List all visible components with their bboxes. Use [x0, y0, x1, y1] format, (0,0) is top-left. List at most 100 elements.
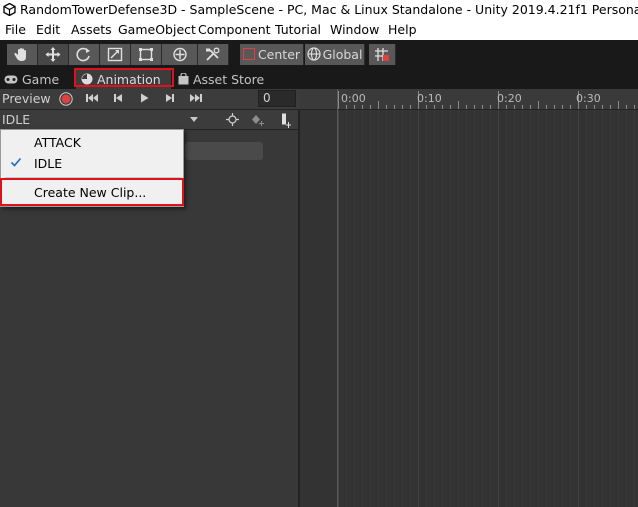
grid-line — [402, 110, 403, 507]
create-clip-highlight — [0, 178, 184, 206]
ruler-tick — [346, 105, 347, 109]
grid-line — [338, 110, 339, 507]
ruler-tick — [594, 105, 595, 109]
grid-line — [570, 110, 571, 507]
custom-tool-button[interactable] — [198, 44, 229, 65]
preview-button[interactable]: Preview — [0, 89, 51, 109]
ruler-tick — [602, 105, 603, 109]
menu-component[interactable]: Component — [198, 20, 271, 40]
tab-game-label: Game — [21, 72, 60, 87]
add-event-button[interactable] — [274, 110, 296, 129]
ruler-tick — [562, 105, 563, 109]
clip-dropdown-label: IDLE — [2, 112, 31, 127]
tab-asset-store[interactable]: Asset Store — [178, 69, 264, 89]
ruler-tick — [626, 105, 627, 109]
grid-line — [594, 110, 595, 507]
ruler-tick — [474, 105, 475, 109]
grid-line — [618, 110, 619, 507]
move-tool-button[interactable] — [38, 44, 69, 65]
grid-line — [386, 110, 387, 507]
timeline-start-line — [337, 89, 338, 507]
pivot-center-button[interactable]: Center — [240, 44, 304, 65]
main-toolbar: Center Global — [0, 40, 638, 69]
grid-line — [482, 110, 483, 507]
grid-line — [418, 110, 419, 507]
grid-line — [474, 110, 475, 507]
previous-keyframe-button[interactable] — [106, 90, 129, 108]
timeline-label-10: 0:10 — [417, 92, 442, 105]
hand-tool-button[interactable] — [7, 44, 38, 65]
ruler-tick — [362, 105, 363, 109]
menu-gameobject[interactable]: GameObject — [118, 20, 196, 40]
tab-asset-store-label: Asset Store — [192, 72, 265, 87]
space-global-button[interactable]: Global — [305, 44, 365, 65]
grid-line — [450, 110, 451, 507]
grid-line — [354, 110, 355, 507]
menu-window[interactable]: Window — [330, 20, 379, 40]
grid-line — [610, 110, 611, 507]
add-keyframe-icon — [252, 115, 264, 126]
crosshair-icon — [225, 113, 239, 126]
timeline-area[interactable] — [300, 110, 638, 507]
checkmark-icon — [10, 157, 22, 167]
gamepad-icon — [4, 75, 18, 84]
ruler-tick — [394, 105, 395, 109]
menu-edit[interactable]: Edit — [36, 20, 60, 40]
grid-line — [506, 110, 507, 507]
ruler-tick — [546, 105, 547, 109]
record-button[interactable] — [54, 90, 77, 108]
grid-line — [394, 110, 395, 507]
ruler-tick — [586, 105, 587, 109]
ruler-tick — [506, 105, 507, 109]
window-title: RandomTowerDefense3D - SampleScene - PC,… — [20, 2, 638, 17]
play-button[interactable] — [132, 90, 155, 108]
grid-line — [362, 110, 363, 507]
grid-line — [538, 110, 539, 507]
ruler-tick — [378, 101, 379, 109]
add-keyframe-button[interactable] — [247, 110, 269, 129]
dropdown-item-idle[interactable]: IDLE — [2, 153, 182, 174]
menu-assets[interactable]: Assets — [71, 20, 112, 40]
first-keyframe-button[interactable] — [80, 90, 103, 108]
animation-tab-highlight — [74, 68, 174, 87]
dropdown-item-idle-label: IDLE — [34, 156, 63, 171]
filter-selection-button[interactable] — [221, 110, 243, 129]
grid-line — [602, 110, 603, 507]
ruler-tick — [354, 105, 355, 109]
play-icon — [140, 93, 148, 103]
grid-snap-button[interactable] — [369, 44, 396, 65]
grid-line — [546, 110, 547, 507]
menu-file[interactable]: File — [5, 20, 26, 40]
grid-line — [562, 110, 563, 507]
globe-icon — [306, 47, 321, 61]
dropdown-item-attack[interactable]: ATTACK — [2, 132, 182, 153]
move-icon — [45, 47, 61, 62]
custom-tool-icon — [206, 47, 220, 61]
grid-line — [498, 110, 499, 507]
grid-line — [578, 110, 579, 507]
ruler-tick — [370, 105, 371, 109]
transform-tool-button[interactable] — [162, 44, 198, 65]
grid-line — [626, 110, 627, 507]
grid-line — [434, 110, 435, 507]
transform-icon — [172, 47, 187, 62]
shopping-bag-icon — [178, 73, 189, 85]
scale-tool-button[interactable] — [100, 44, 131, 65]
ruler-tick — [570, 105, 571, 109]
clip-dropdown[interactable]: IDLE — [0, 110, 202, 129]
menu-help[interactable]: Help — [388, 20, 417, 40]
rect-tool-button[interactable] — [131, 44, 162, 65]
tab-game[interactable]: Game — [4, 69, 59, 89]
ruler-tick — [338, 91, 339, 109]
last-keyframe-button[interactable] — [184, 90, 207, 108]
grid-line — [410, 110, 411, 507]
ruler-tick — [554, 105, 555, 109]
frame-input[interactable]: 0 — [258, 90, 296, 107]
ruler-tick — [618, 101, 619, 109]
next-keyframe-button[interactable] — [158, 90, 181, 108]
unity-logo-icon — [3, 3, 16, 16]
rotate-tool-button[interactable] — [69, 44, 100, 65]
ruler-tick — [538, 101, 539, 109]
menu-tutorial[interactable]: Tutorial — [275, 20, 321, 40]
clip-row: IDLE — [0, 110, 300, 130]
